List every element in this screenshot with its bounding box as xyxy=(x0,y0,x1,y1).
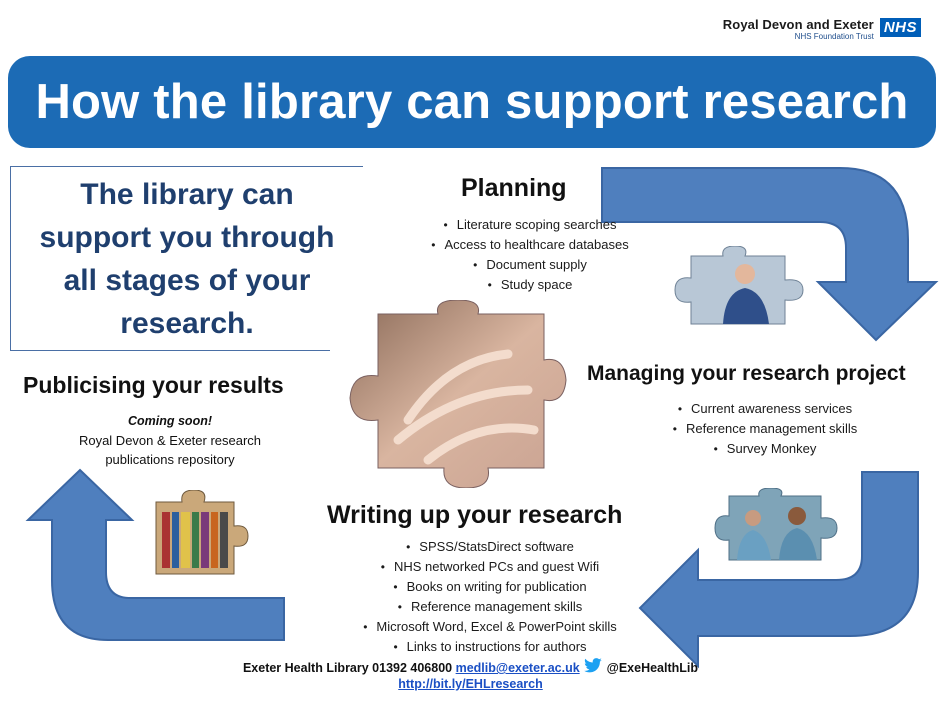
list-item: Study space xyxy=(400,275,660,295)
twitter-handle[interactable]: @ExeHealthLib xyxy=(607,661,698,675)
puzzle-nurse-icon xyxy=(674,246,804,325)
coming-soon-label: Coming soon! xyxy=(127,414,212,428)
contact-text: Exeter Health Library 01392 406800 xyxy=(242,661,453,675)
list-item: Literature scoping searches xyxy=(400,215,660,235)
research-url-link[interactable]: http://bit.ly/EHLresearch xyxy=(398,677,542,691)
planning-heading: Planning xyxy=(461,174,567,202)
list-item: Current awareness services xyxy=(640,399,890,419)
footer-url: http://bit.ly/EHLresearch xyxy=(0,677,941,691)
twitter-bird-icon[interactable] xyxy=(583,658,603,674)
planning-list: Literature scoping searches Access to he… xyxy=(400,215,660,295)
publicising-line-1: Royal Devon & Exeter research xyxy=(78,433,262,448)
writing-list: SPSS/StatsDirect software NHS networked … xyxy=(340,537,640,657)
managing-heading: Managing your research project xyxy=(587,362,906,385)
puzzle-books-icon xyxy=(155,490,249,575)
list-item: Reference management skills xyxy=(340,597,640,617)
intro-box: The library can support you through all … xyxy=(10,166,363,351)
writing-heading: Writing up your research xyxy=(327,501,623,529)
intro-text: The library can support you through all … xyxy=(39,177,335,340)
footer-contact: Exeter Health Library 01392 406800 medli… xyxy=(0,658,941,675)
publicising-line-2: publications repository xyxy=(105,452,235,467)
list-item: Books on writing for publication xyxy=(340,577,640,597)
list-item: Document supply xyxy=(400,255,660,275)
email-link[interactable]: medlib@exeter.ac.uk xyxy=(456,661,580,675)
list-item: Microsoft Word, Excel & PowerPoint skill… xyxy=(340,617,640,637)
managing-list: Current awareness services Reference man… xyxy=(640,399,890,459)
list-item: Survey Monkey xyxy=(640,439,890,459)
list-item: Reference management skills xyxy=(640,419,890,439)
puzzle-hands-icon xyxy=(349,300,567,488)
publicising-heading: Publicising your results xyxy=(23,372,284,398)
publicising-text: Coming soon! Royal Devon & Exeter resear… xyxy=(20,412,320,469)
list-item: SPSS/StatsDirect software xyxy=(340,537,640,557)
list-item: Links to instructions for authors xyxy=(340,637,640,657)
list-item: NHS networked PCs and guest Wifi xyxy=(340,557,640,577)
puzzle-surgeons-icon xyxy=(714,488,838,561)
list-item: Access to healthcare databases xyxy=(400,235,660,255)
